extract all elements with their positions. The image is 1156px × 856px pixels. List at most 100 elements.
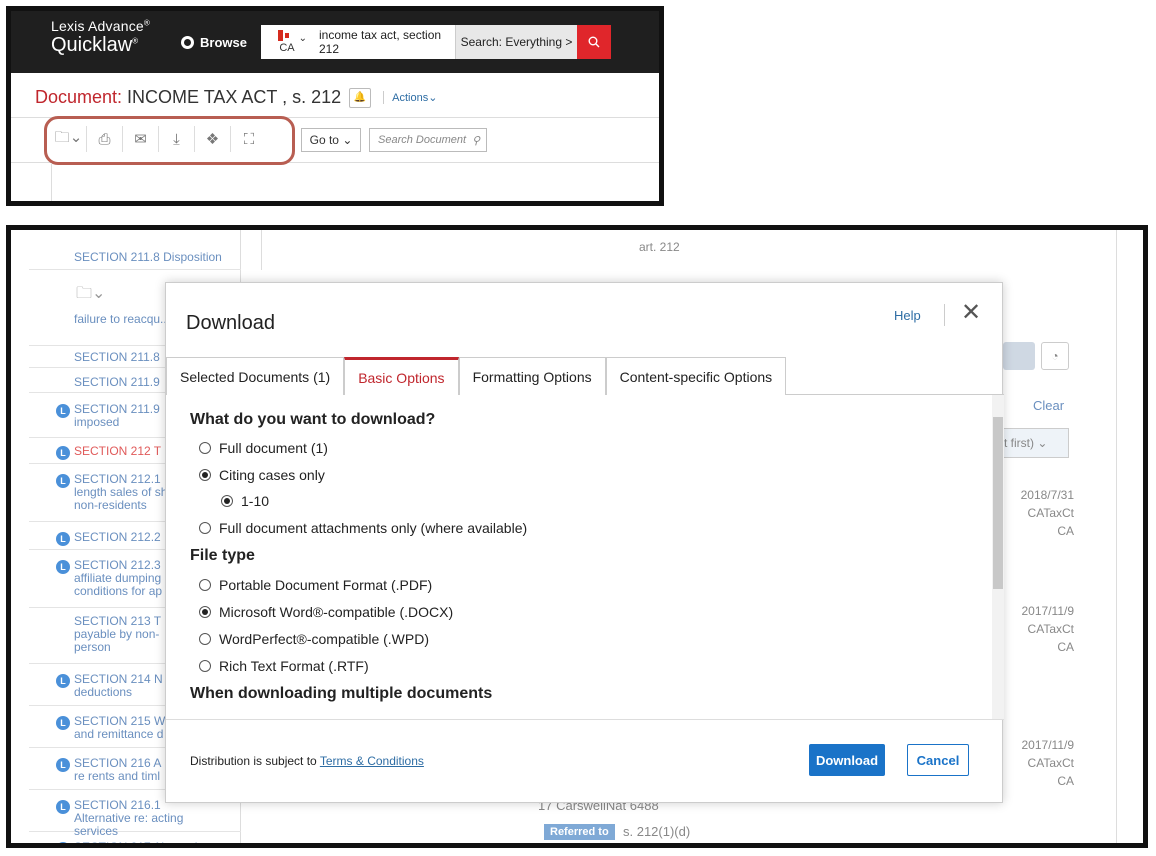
tab-basic-options[interactable]: Basic Options [344,357,459,395]
result-court: CATaxCt [1027,756,1074,770]
radio-button[interactable] [199,633,211,645]
article-reference: art. 212 [639,240,680,254]
toc-item[interactable]: L SECTION 217 Alternative re [29,838,241,843]
logo-line1: Lexis Advance [51,18,144,34]
toc-item-label: SECTION 212 T [74,444,162,458]
toc-item-label: SECTION 211.8 Disposition [74,250,222,264]
goto-button[interactable]: Go to ⌄ [301,128,361,152]
toc-item[interactable]: SECTION 211.8 Disposition [29,248,241,270]
sort-dropdown[interactable]: st first) ⌄ [995,428,1069,458]
option-label: Rich Text Format (.RTF) [219,658,369,674]
quicklaw-logo[interactable]: Lexis Advance® Quicklaw® [51,19,150,55]
linked-badge-icon: L [56,404,70,418]
linked-badge-icon: L [56,758,70,772]
goto-label: Go to [309,133,339,147]
toc-item-label: SECTION 211.9 [74,375,160,389]
option-wpd[interactable]: WordPerfect®-compatible (.WPD) [199,631,429,647]
clear-filters-link[interactable]: Clear [1033,398,1064,413]
radio-button[interactable] [199,606,211,618]
cancel-button[interactable]: Cancel [907,744,969,776]
option-citing-cases[interactable]: Citing cases only [199,467,325,483]
option-range[interactable]: 1-10 [221,493,269,509]
search-document-input[interactable]: Search Document ⚲ [369,128,487,152]
close-icon[interactable]: ✕ [961,298,981,327]
help-link[interactable]: Help [894,308,921,323]
linked-badge-icon: L [56,716,70,730]
radio-button[interactable] [199,579,211,591]
radio-button[interactable] [221,495,233,507]
linked-badge-icon: L [56,674,70,688]
toc-item-label: SECTION 212.2 [74,530,161,544]
option-full-document[interactable]: Full document (1) [199,440,328,456]
linked-badge-icon: L [56,842,70,843]
linked-badge-icon: L [56,532,70,546]
result-date: 2018/7/31 [1020,488,1074,502]
divider [944,304,945,326]
toc-item-label: SECTION 213 T payable by non- person [74,614,161,654]
radio-button[interactable] [199,442,211,454]
app-header: Lexis Advance® Quicklaw® Browse CA ⌄ inc… [11,11,659,73]
result-jurisdiction: CA [1057,524,1074,538]
search-icon [588,36,600,48]
dialog-footer: Distribution is subject to Terms & Condi… [166,719,1004,804]
dialog-body: What do you want to download? Full docum… [166,395,1004,719]
option-label: Microsoft Word®-compatible (.DOCX) [219,604,454,620]
result-date: 2017/11/9 [1021,738,1075,752]
option-attachments-only[interactable]: Full document attachments only (where av… [199,520,527,536]
option-label: Full document (1) [219,440,328,456]
globe-icon [181,36,194,49]
browse-button[interactable]: Browse [181,35,247,50]
list-view-icon[interactable] [1003,342,1035,370]
search-submit-button[interactable] [577,25,611,59]
folder-icon[interactable]: 🗀⌄ [76,282,105,309]
result-jurisdiction: CA [1057,640,1074,654]
tab-content-specific-options[interactable]: Content-specific Options [605,357,787,395]
chart-view-icon[interactable]: ◔ [1041,342,1069,370]
dialog-title: Download [186,312,275,334]
toc-item-label: SECTION 211.8 [74,350,160,364]
result-meta: 2018/7/31 CATaxCt CA [994,486,1074,540]
document-label: Document: [35,87,123,107]
logo-line2: Quicklaw [51,34,133,56]
toc-item-label: SECTION 212.1 length sales of sh non-res… [74,472,168,512]
dialog-scrollbar[interactable] [992,395,1004,719]
toc-item-label: SECTION 216.1 Alternative re: acting ser… [74,798,184,838]
radio-button[interactable] [199,660,211,672]
bell-icon[interactable]: 🔔 [349,87,372,108]
radio-button[interactable] [199,522,211,534]
dialog-tabs: Selected Documents (1) Basic Options For… [166,357,1004,395]
jurisdiction-selector[interactable]: CA ⌄ [261,25,313,59]
search-scope-button[interactable]: Search: Everything > [455,25,577,59]
terms-link[interactable]: Terms & Conditions [320,754,424,768]
search-input[interactable]: income tax act, section 212 [313,25,455,59]
option-docx[interactable]: Microsoft Word®-compatible (.DOCX) [199,604,453,620]
top-screenshot-panel: Lexis Advance® Quicklaw® Browse CA ⌄ inc… [6,6,664,206]
search-document-placeholder: Search Document [378,134,467,146]
actions-menu[interactable]: Actions⌄ [383,91,437,104]
tab-formatting-options[interactable]: Formatting Options [458,357,606,395]
result-court: CATaxCt [1027,622,1074,636]
search-icon: ⚲ [472,134,481,147]
toc-item-label: SECTION 214 N deductions [74,672,163,699]
chevron-down-icon: ⌄ [298,33,307,44]
multiple-documents-heading: When downloading multiple documents [190,685,493,702]
download-button[interactable]: Download [809,744,885,776]
divider [1116,230,1117,843]
option-pdf[interactable]: Portable Document Format (.PDF) [199,577,432,593]
option-rtf[interactable]: Rich Text Format (.RTF) [199,658,369,674]
canada-flag-icon [278,30,296,41]
radio-button[interactable] [199,469,211,481]
toolbar-highlight-annotation [44,116,295,165]
result-court: CATaxCt [1027,506,1074,520]
download-dialog: Download Help ✕ Selected Documents (1) B… [165,282,1004,804]
distribution-text: Distribution is subject to [190,754,317,768]
distribution-notice: Distribution is subject to Terms & Condi… [190,754,424,768]
toc-item-label: SECTION 215 W and remittance d [74,714,166,741]
file-type-heading: File type [190,547,255,564]
result-date: 2017/11/9 [1021,604,1075,618]
jurisdiction-label: CA [279,42,295,54]
tab-selected-documents[interactable]: Selected Documents (1) [166,357,345,395]
scrollbar-thumb[interactable] [993,417,1003,589]
option-label: Citing cases only [219,467,325,483]
option-label: Portable Document Format (.PDF) [219,577,433,593]
